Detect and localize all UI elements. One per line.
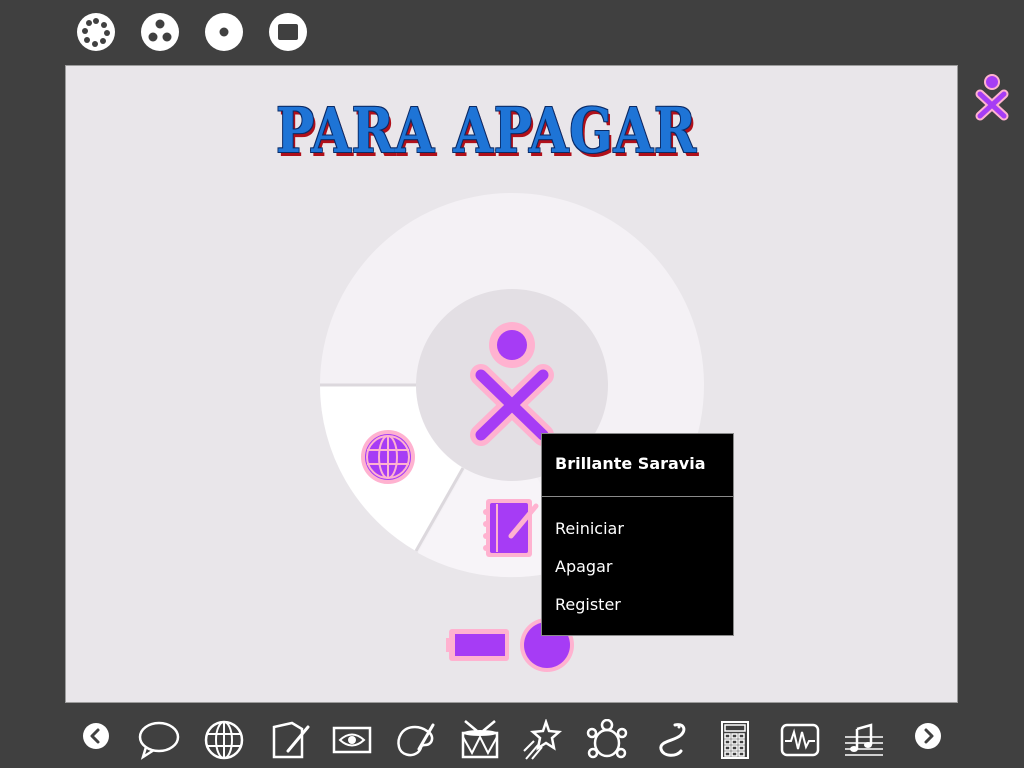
activity-view-icon[interactable] [268,12,308,52]
measure-icon[interactable] [779,719,821,761]
home-screen: PARA APAGAR [65,65,958,703]
write-activity-icon[interactable] [483,499,539,557]
register-menu-item[interactable]: Register [542,586,733,624]
battery-icon [446,629,509,661]
shutdown-menu-item[interactable]: Apagar [542,548,733,586]
activity-dock [0,705,1024,768]
group-view-icon[interactable] [140,12,180,52]
chat-icon[interactable] [138,719,180,761]
scroll-left-icon[interactable] [82,722,110,750]
calculate-icon[interactable] [714,719,756,761]
record-icon[interactable] [331,719,373,761]
desktop-frame: PARA APAGAR Brillante Saravia Reiniciar … [0,0,1024,768]
pippy-icon[interactable] [651,719,693,761]
home-view-icon[interactable] [204,12,244,52]
music-icon[interactable] [843,719,885,761]
turtle-art-icon[interactable] [522,718,564,761]
paint-icon[interactable] [395,719,437,761]
buddy-xo-icon[interactable] [972,72,1012,126]
tamtam-icon[interactable] [459,719,501,761]
write-icon[interactable] [268,719,310,761]
reboot-menu-item[interactable]: Reiniciar [542,510,733,548]
scroll-right-icon[interactable] [914,722,942,750]
browse-icon[interactable] [203,719,245,761]
browse-activity-icon[interactable] [361,430,415,484]
palette-user-name: Brillante Saravia [542,434,733,497]
activity-ring [320,193,704,672]
buddy-palette: Brillante Saravia Reiniciar Apagar Regis… [541,433,734,636]
neighborhood-view-icon[interactable] [76,12,116,52]
memorize-icon[interactable] [586,718,628,761]
